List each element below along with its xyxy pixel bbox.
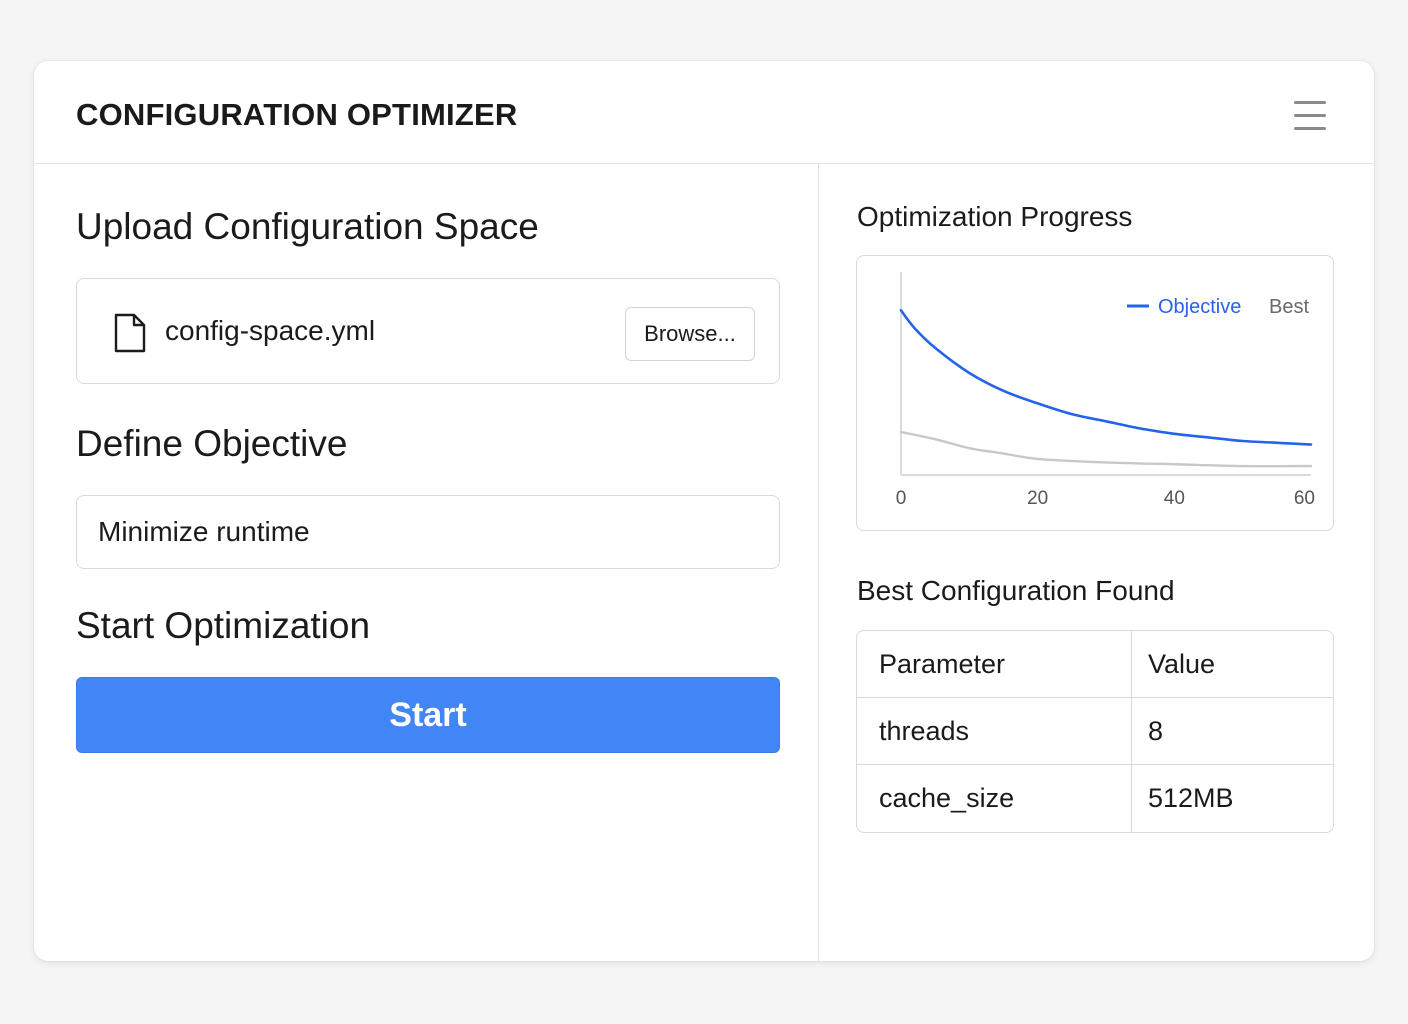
column-divider — [818, 164, 819, 961]
upload-dropzone[interactable]: config-space.yml Browse... — [76, 278, 780, 384]
app-title: CONFIGURATION OPTIMIZER — [76, 97, 518, 132]
best-config-table: Parameter Value threads 8 cache_size 512… — [856, 630, 1334, 833]
main-card: CONFIGURATION OPTIMIZER Upload Configura… — [34, 61, 1374, 961]
upload-heading: Upload Configuration Space — [76, 206, 539, 247]
table-row: cache_size 512MB — [857, 765, 1333, 832]
x-tick-label: 0 — [896, 488, 907, 509]
param-name-cell: threads — [857, 698, 1132, 765]
selected-file-name: config-space.yml — [165, 315, 376, 346]
legend-objective-label: Objective — [1158, 296, 1241, 318]
objective-input[interactable] — [76, 495, 780, 569]
series-line-objective — [899, 309, 1313, 446]
series-line-best — [899, 430, 1313, 468]
x-tick-label: 60 — [1294, 488, 1315, 509]
start-heading: Start Optimization — [76, 605, 371, 646]
objective-heading: Define Objective — [76, 423, 348, 464]
best-config-heading: Best Configuration Found — [857, 575, 1175, 606]
table-row: threads 8 — [857, 698, 1333, 765]
app-header: CONFIGURATION OPTIMIZER — [34, 61, 1374, 164]
x-tick-label: 20 — [1027, 488, 1048, 509]
legend-best-label: Best — [1269, 296, 1309, 318]
column-header-parameter: Parameter — [857, 631, 1132, 698]
column-header-value: Value — [1132, 631, 1333, 698]
x-tick-label: 40 — [1164, 488, 1185, 509]
hamburger-menu-icon[interactable] — [1294, 101, 1326, 131]
table-header-row: Parameter Value — [857, 631, 1333, 698]
start-button[interactable]: Start — [76, 677, 780, 753]
browse-button[interactable]: Browse... — [625, 307, 755, 361]
progress-chart: 0 20 40 60 Objective Best — [856, 255, 1334, 531]
progress-chart-svg: 0 20 40 60 Objective Best — [896, 272, 1315, 509]
file-icon — [114, 313, 146, 353]
progress-heading: Optimization Progress — [857, 201, 1133, 232]
param-value-cell: 512MB — [1148, 783, 1234, 813]
param-name-cell: cache_size — [857, 765, 1132, 832]
param-value-cell: 8 — [1132, 698, 1333, 765]
